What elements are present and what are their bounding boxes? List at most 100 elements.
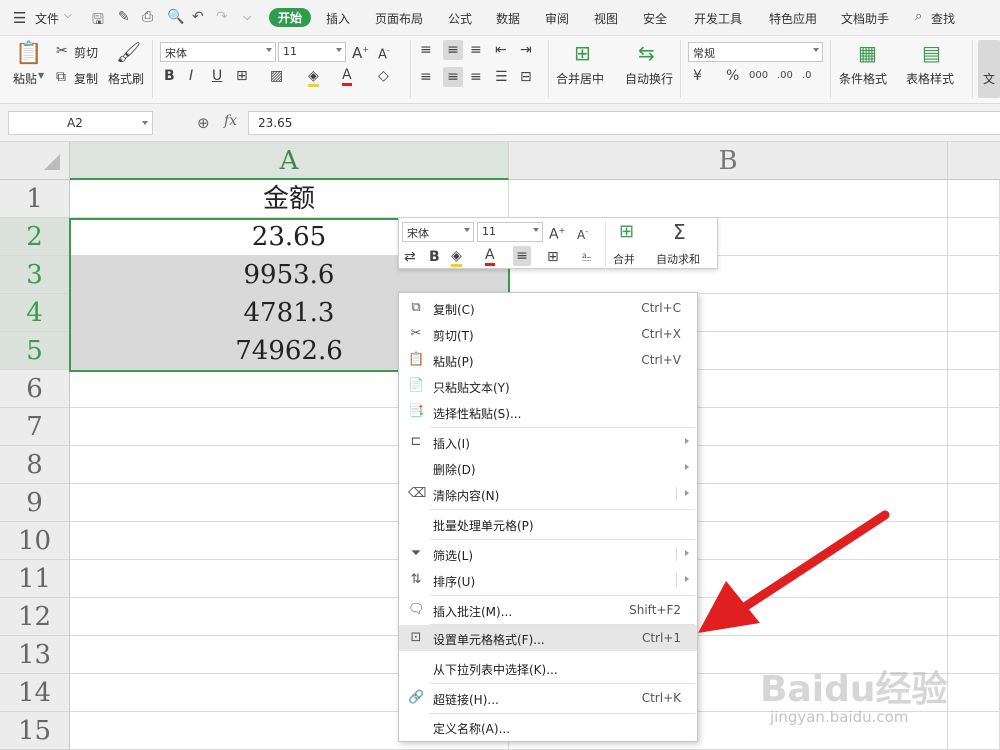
function-icon[interactable]: fx (224, 113, 237, 129)
decrease-decimal-icon[interactable]: .0 (802, 68, 812, 84)
document-button[interactable]: 文 (978, 40, 1000, 98)
save-icon[interactable]: 🖫 (92, 9, 104, 33)
tab-security[interactable]: 安全 (643, 10, 667, 27)
cell-b1[interactable] (509, 180, 948, 218)
row-header-8[interactable]: 8 (0, 446, 70, 484)
row-header-15[interactable]: 15 (0, 712, 70, 750)
format-painter-icon[interactable]: 🖌 (116, 41, 141, 63)
cell-c1[interactable] (948, 180, 1000, 218)
italic-icon[interactable]: I (189, 68, 193, 84)
undo-icon[interactable]: ↶ (192, 9, 204, 25)
cell-a1[interactable]: 金额 (70, 180, 509, 218)
tab-data[interactable]: 数据 (496, 10, 520, 27)
menu-item-define-name[interactable]: 定义名称(A)... (399, 714, 697, 740)
menu-item-copy[interactable]: ⧉ 复制(C) Ctrl+C (399, 295, 697, 321)
tab-developer[interactable]: 开发工具 (694, 10, 742, 27)
cell-c2[interactable] (948, 218, 1000, 256)
align-top-icon[interactable]: ≡ (420, 42, 432, 58)
cell-c8[interactable] (948, 446, 1000, 484)
menu-item-paste-special[interactable]: 📑 选择性粘贴(S)... (399, 399, 697, 425)
increase-indent-icon[interactable]: ⇥ (520, 42, 532, 58)
search-icon[interactable]: ⌕ (915, 9, 922, 24)
name-box[interactable]: A2 (8, 111, 153, 135)
menu-item-filter[interactable]: ⏷ 筛选(L) (399, 541, 697, 567)
conditional-format-button[interactable]: 条件格式 (839, 70, 887, 87)
increase-font-icon[interactable]: A+ (352, 42, 369, 61)
mini-align-center-icon[interactable]: ≡ (513, 246, 531, 266)
cell-c12[interactable] (948, 598, 1000, 636)
copy-button[interactable]: 复制 (74, 70, 98, 87)
tab-formulas[interactable]: 公式 (448, 10, 472, 27)
paste-button[interactable]: 粘贴 (13, 70, 37, 87)
mini-font-size-select[interactable]: 11 (477, 222, 543, 242)
auto-wrap-icon[interactable]: ⇆ (638, 42, 655, 64)
increase-decimal-icon[interactable]: .00 (777, 68, 793, 84)
font-color-icon[interactable]: A (342, 67, 352, 86)
column-header-a[interactable]: A (70, 142, 509, 180)
row-header-6[interactable]: 6 (0, 370, 70, 408)
distributed-icon[interactable]: ⊟ (520, 69, 532, 85)
print-preview-icon[interactable]: 🔍 (167, 9, 184, 25)
chevron-down-icon[interactable]: ⌵ (64, 10, 72, 21)
mini-merge-icon[interactable]: ⊞ (619, 222, 634, 242)
cell-c10[interactable] (948, 522, 1000, 560)
menu-item-pick-from-list[interactable]: 从下拉列表中选择(K)... (399, 655, 697, 681)
merge-center-button[interactable]: 合并居中 (556, 70, 604, 87)
fill-color-icon[interactable]: ◈ (308, 68, 319, 87)
row-header-9[interactable]: 9 (0, 484, 70, 522)
cell-c15[interactable] (948, 712, 1000, 750)
copy-icon[interactable]: ⧉ (56, 69, 66, 85)
cell-c4[interactable] (948, 294, 1000, 332)
percent-icon[interactable]: % (726, 68, 739, 84)
tab-page-layout[interactable]: 页面布局 (375, 10, 423, 27)
thousands-separator-icon[interactable]: 000 (749, 68, 768, 84)
select-all-corner[interactable] (0, 142, 70, 180)
zoom-icon[interactable]: ⊕ (197, 114, 210, 132)
row-header-14[interactable]: 14 (0, 674, 70, 712)
row-header-4[interactable]: 4 (0, 294, 70, 332)
hamburger-menu-icon[interactable]: ☰ (13, 9, 26, 27)
tab-review[interactable]: 审阅 (545, 10, 569, 27)
mini-increase-font-icon[interactable]: A+ (549, 223, 565, 243)
menu-item-delete[interactable]: 删除(D) (399, 455, 697, 481)
search-button[interactable]: 查找 (931, 10, 955, 27)
mini-format-painter-icon[interactable]: ⎁ (581, 249, 592, 265)
tab-home[interactable]: 开始 (269, 8, 312, 27)
format-painter-button[interactable]: 格式刷 (108, 70, 144, 87)
mini-font-color-icon[interactable]: A (485, 247, 495, 266)
menu-item-insert[interactable]: ⊏ 插入(I) (399, 429, 697, 455)
row-header-10[interactable]: 10 (0, 522, 70, 560)
cut-icon[interactable]: ✂ (56, 43, 68, 59)
decrease-indent-icon[interactable]: ⇤ (495, 42, 507, 58)
mini-font-name-select[interactable]: 宋体 (402, 222, 474, 242)
menu-item-format-cells[interactable]: ⊡ 设置单元格格式(F)... Ctrl+1 (399, 625, 697, 651)
mini-decrease-font-icon[interactable]: A- (577, 224, 588, 243)
align-bottom-icon[interactable]: ≡ (470, 42, 482, 58)
table-style-button[interactable]: 表格样式 (906, 70, 954, 87)
cell-c14[interactable] (948, 674, 1000, 712)
font-name-select[interactable]: 宋体 (160, 42, 276, 62)
mini-wrap-icon[interactable]: ⇄ (404, 249, 416, 265)
redo-icon[interactable]: ↷ (216, 9, 228, 25)
clear-format-icon[interactable]: ◇ (378, 68, 389, 84)
row-header-1[interactable]: 1 (0, 180, 70, 218)
format-painter-quick-icon[interactable]: ✎ (118, 9, 130, 25)
cut-button[interactable]: 剪切 (74, 44, 98, 61)
merge-center-icon[interactable]: ⊞ (574, 42, 591, 64)
menu-item-cut[interactable]: ✂ 剪切(T) Ctrl+X (399, 321, 697, 347)
cell-c9[interactable] (948, 484, 1000, 522)
chevron-down-icon[interactable] (142, 121, 148, 125)
menu-item-sort[interactable]: ⇅ 排序(U) (399, 567, 697, 593)
cell-c6[interactable] (948, 370, 1000, 408)
tab-doc-assistant[interactable]: 文档助手 (841, 10, 889, 27)
row-header-7[interactable]: 7 (0, 408, 70, 446)
column-header-b[interactable]: B (509, 142, 948, 180)
row-header-11[interactable]: 11 (0, 560, 70, 598)
align-right-icon[interactable]: ≡ (470, 69, 482, 85)
menu-item-insert-comment[interactable]: 🗨 插入批注(M)... Shift+F2 (399, 597, 697, 623)
decrease-font-icon[interactable]: A- (378, 43, 390, 63)
row-header-3[interactable]: 3 (0, 256, 70, 294)
customize-quick-access-icon[interactable]: ⌵ (243, 10, 251, 24)
currency-icon[interactable]: ¥ (693, 68, 702, 84)
border-icon[interactable]: ⊞ (236, 68, 248, 84)
